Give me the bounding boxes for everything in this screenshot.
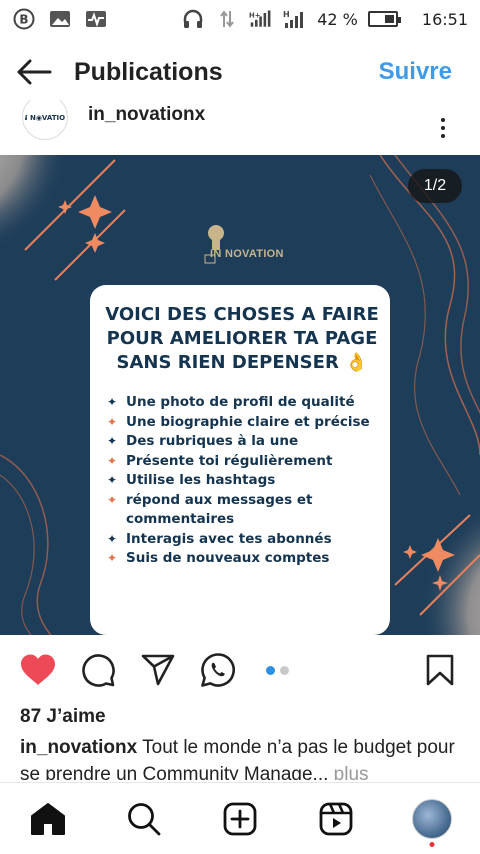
tip-text: Une biographie claire et précise — [126, 413, 370, 430]
page-indicator: 1/2 — [408, 169, 462, 203]
heart-icon — [21, 654, 55, 685]
author-avatar[interactable]: IN N◉VATION — [22, 100, 68, 140]
post-actions — [0, 640, 480, 700]
comment-button[interactable] — [78, 650, 118, 690]
tips-card: VOICI DES CHOSES A FAIRE POUR AMELIORER … — [90, 285, 390, 635]
sparkle-bullet-icon: ✦ — [106, 414, 118, 429]
page-title: Publications — [74, 57, 223, 86]
status-time: 16:51 — [421, 9, 468, 29]
sparkle-bullet-icon: ✦ — [106, 453, 118, 468]
signal-icon: H+ — [249, 9, 273, 29]
send-icon — [141, 654, 175, 686]
brand-logo-icon: IN N◉VATION — [25, 114, 65, 122]
back-button[interactable] — [14, 52, 54, 92]
tip-item: ✦ Une biographie claire et précise — [104, 413, 380, 433]
author-name[interactable]: in_novationx — [88, 104, 205, 126]
search-icon — [128, 802, 161, 835]
tip-text: répond aux messages et commentaires — [126, 491, 313, 528]
follow-button[interactable]: Suivre — [379, 58, 452, 86]
bookmark-icon — [426, 654, 454, 686]
home-icon — [31, 802, 65, 835]
svg-text:IN N◉VATION: IN N◉VATION — [25, 114, 65, 122]
post-header: IN N◉VATION in_novationx — [0, 100, 480, 152]
svg-text:H+: H+ — [249, 11, 261, 19]
arrow-left-icon — [17, 59, 52, 85]
svg-text:B: B — [19, 13, 28, 27]
activity-icon — [84, 9, 108, 29]
like-button[interactable] — [18, 650, 58, 690]
tip-text: Suis de nouveaux comptes — [126, 550, 330, 566]
caption-author[interactable]: in_novationx — [20, 737, 137, 758]
tip-item: ✦ Suis de nouveaux comptes — [104, 549, 380, 569]
sparkle-bullet-icon: ✦ — [106, 551, 118, 565]
data-transfer-icon — [215, 9, 239, 29]
sparkle-bullet-icon: ✦ — [106, 531, 118, 546]
brand-text: IN NOVATION — [210, 248, 284, 260]
battery-icon — [367, 11, 401, 27]
nav-create[interactable] — [218, 797, 262, 841]
nav-home[interactable] — [26, 797, 70, 841]
tip-item: ✦ répond aux messages et commentaires — [104, 491, 380, 530]
sparkle-bullet-icon: ✦ — [106, 492, 118, 507]
share-button[interactable] — [138, 650, 178, 690]
tip-text: Une photo de profil de qualité — [126, 394, 355, 410]
whatsapp-icon — [201, 653, 235, 687]
nav-profile[interactable] — [410, 797, 454, 847]
sparkle-bullet-icon: ✦ — [106, 395, 118, 409]
bottom-nav — [0, 782, 480, 854]
nav-search[interactable] — [122, 797, 166, 841]
dot-icon — [441, 134, 445, 138]
gallery-icon — [48, 9, 72, 29]
tip-text: Utilise les hashtags — [126, 472, 276, 488]
profile-avatar — [412, 798, 452, 839]
notification-dot — [429, 841, 435, 847]
tip-item: ✦ Une photo de profil de qualité — [104, 393, 380, 413]
carousel-dot — [280, 665, 289, 675]
post-image[interactable]: 1/2 IN NOVATION VOICI DES CHOSES A FAIRE… — [0, 155, 480, 635]
comment-icon — [82, 654, 115, 687]
nav-reels[interactable] — [314, 797, 358, 841]
tip-item: ✦ Interagis avec tes abonnés — [104, 530, 380, 550]
more-options-button[interactable] — [438, 118, 448, 142]
signal-icon: H — [283, 9, 307, 29]
dot-icon — [441, 126, 445, 130]
save-button[interactable] — [420, 650, 460, 690]
post-caption[interactable]: in_novationx Tout le monde n’a pas le bu… — [20, 734, 470, 780]
carousel-dot — [266, 665, 275, 675]
carousel-dots — [266, 665, 289, 675]
tip-text: Présente toi régulièrement — [126, 452, 333, 469]
tip-item: ✦ Des rubriques à la une — [104, 432, 380, 452]
tip-text: Des rubriques à la une — [126, 433, 299, 449]
sparkle-bullet-icon: ✦ — [106, 434, 118, 448]
caption-more-link[interactable]: plus — [328, 764, 369, 780]
reels-icon — [319, 802, 353, 835]
sparkle-bullet-icon: ✦ — [106, 473, 118, 487]
whatsapp-share-button[interactable] — [198, 650, 238, 690]
b-badge-icon: B — [12, 8, 36, 30]
battery-fill — [384, 15, 394, 23]
tips-list: ✦ Une photo de profil de qualité ✦ Une biog… — [104, 393, 380, 569]
battery-percent: 42 % — [317, 9, 358, 29]
status-bar: B H+ H 42 % 16:51 — [0, 0, 480, 38]
add-icon — [223, 802, 257, 835]
tip-item: ✦ Présente toi régulièrement — [104, 452, 380, 472]
dot-icon — [441, 118, 445, 122]
tip-item: ✦ Utilise les hashtags — [104, 471, 380, 491]
app-header: Publications Suivre — [0, 44, 480, 100]
headphones-icon — [181, 9, 205, 29]
likes-count[interactable]: 87 J’aime — [20, 706, 106, 728]
card-title: VOICI DES CHOSES A FAIRE POUR AMELIORER … — [105, 304, 379, 373]
svg-text:H: H — [283, 10, 290, 19]
tip-text: Interagis avec tes abonnés — [126, 530, 332, 547]
